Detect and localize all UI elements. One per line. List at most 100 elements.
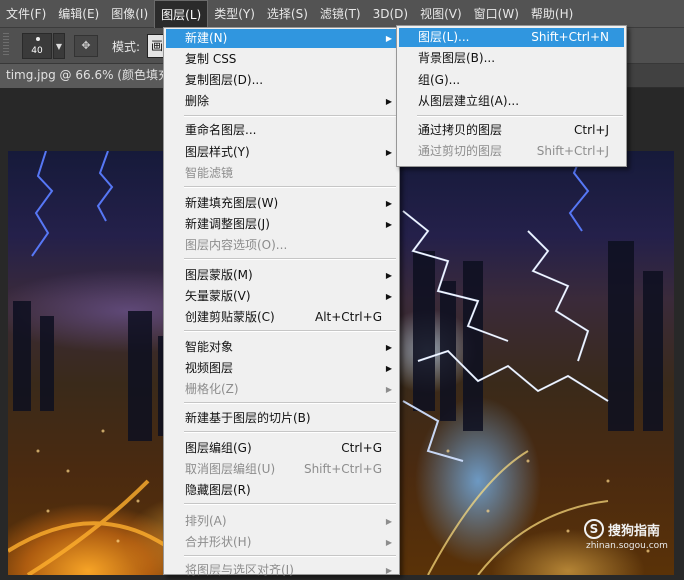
menu-item-layer-mask[interactable]: 图层蒙版(M) ▶ — [166, 266, 397, 285]
menu-item-label: 从图层建立组(A)... — [418, 94, 520, 108]
menu-item-label: 复制 CSS — [185, 52, 237, 66]
submenu-arrow-icon: ▶ — [385, 148, 392, 157]
menu-separator — [184, 186, 396, 188]
menu-item-delete[interactable]: 删除 ▶ — [166, 92, 397, 111]
menu-item-label: 智能对象 — [185, 340, 234, 354]
brush-tip-icon — [36, 37, 40, 41]
menu-item-layer-style[interactable]: 图层样式(Y) ▶ — [166, 143, 397, 162]
menu-item-vector-mask[interactable]: 矢量蒙版(V) ▶ — [166, 287, 397, 306]
submenu-item-background-layer[interactable]: 背景图层(B)... — [399, 49, 624, 68]
submenu-item-group-from-layers[interactable]: 从图层建立组(A)... — [399, 92, 624, 111]
menu-separator — [417, 115, 623, 117]
menu-separator — [184, 330, 396, 332]
menu-item-shortcut: Shift+Ctrl+J — [536, 144, 609, 158]
submenu-item-layer-via-cut[interactable]: 通过剪切的图层 Shift+Ctrl+J — [399, 142, 624, 161]
menu-item-rename-layer[interactable]: 重命名图层... — [166, 121, 397, 140]
menu-item-shortcut: Shift+Ctrl+G — [303, 462, 382, 476]
brush-dropdown-arrow-icon[interactable]: ▼ — [53, 33, 65, 59]
menu-item-label: 合并形状(H) — [185, 535, 252, 549]
sogou-logo-icon: S — [584, 519, 604, 539]
menu-item-combine-shapes[interactable]: 合并形状(H) ▶ — [166, 533, 397, 552]
menu-item-smart-filter[interactable]: 智能滤镜 — [166, 164, 397, 183]
options-bar-grip[interactable] — [3, 33, 9, 57]
submenu-arrow-icon: ▶ — [385, 517, 392, 526]
menu-item-label: 删除 — [185, 94, 210, 108]
menu-item-shortcut: Ctrl+G — [341, 441, 382, 455]
menu-item-new-adjustment-layer[interactable]: 新建调整图层(J) ▶ — [166, 215, 397, 234]
menu-layer[interactable]: 图层(L) — [154, 0, 209, 28]
menu-item-label: 新建基于图层的切片(B) — [185, 411, 311, 425]
menu-item-label: 创建剪贴蒙版(C) — [185, 310, 275, 324]
menu-item-label: 通过拷贝的图层 — [418, 123, 503, 137]
new-submenu-dropdown: 图层(L)... Shift+Ctrl+N 背景图层(B)... 组(G)...… — [396, 25, 627, 167]
menu-item-label: 图层蒙版(M) — [185, 268, 253, 282]
menu-type[interactable]: 类型(Y) — [208, 0, 261, 28]
menu-item-label: 背景图层(B)... — [418, 51, 496, 65]
menu-edit[interactable]: 编辑(E) — [52, 0, 105, 28]
menu-separator — [184, 402, 396, 404]
menu-item-copy-css[interactable]: 复制 CSS — [166, 50, 397, 69]
menu-item-label: 隐藏图层(R) — [185, 483, 251, 497]
menu-item-shortcut: Alt+Ctrl+G — [314, 310, 382, 324]
menu-item-smart-object[interactable]: 智能对象 ▶ — [166, 338, 397, 357]
menu-item-label: 视频图层 — [185, 361, 234, 375]
submenu-arrow-icon: ▶ — [385, 97, 392, 106]
menu-item-label: 图层编组(G) — [185, 441, 252, 455]
menu-item-new-fill-layer[interactable]: 新建填充图层(W) ▶ — [166, 194, 397, 213]
submenu-arrow-icon: ▶ — [385, 538, 392, 547]
menu-item-label: 新建(N) — [185, 31, 228, 45]
submenu-arrow-icon: ▶ — [385, 566, 392, 575]
menu-item-new[interactable]: 新建(N) ▶ — [166, 29, 397, 48]
menu-separator — [184, 431, 396, 433]
menu-item-hide-layers[interactable]: 隐藏图层(R) — [166, 481, 397, 500]
menu-view[interactable]: 视图(V) — [414, 0, 468, 28]
sogou-watermark: S 搜狗指南 zhinan.sogou.com — [584, 519, 676, 553]
menu-item-duplicate-layer[interactable]: 复制图层(D)... — [166, 71, 397, 90]
menu-item-label: 矢量蒙版(V) — [185, 289, 251, 303]
menu-filter[interactable]: 滤镜(T) — [314, 0, 367, 28]
submenu-arrow-icon: ▶ — [385, 343, 392, 352]
menu-item-label: 重命名图层... — [185, 123, 257, 137]
menu-select[interactable]: 选择(S) — [261, 0, 314, 28]
menu-3d[interactable]: 3D(D) — [367, 0, 414, 28]
document-tab[interactable]: timg.jpg @ 66.6% (颜色填充 — [0, 64, 170, 88]
menu-item-rasterize[interactable]: 栅格化(Z) ▶ — [166, 380, 397, 399]
menu-item-align-layers-to-selection[interactable]: 将图层与选区对齐(I) ▶ — [166, 561, 397, 580]
watermark-title: 搜狗指南 — [608, 524, 661, 539]
menu-item-new-layer-based-slice[interactable]: 新建基于图层的切片(B) — [166, 409, 397, 428]
submenu-item-group[interactable]: 组(G)... — [399, 71, 624, 90]
submenu-arrow-icon: ▶ — [385, 34, 392, 43]
submenu-arrow-icon: ▶ — [385, 220, 392, 229]
menu-item-ungroup-layers[interactable]: 取消图层编组(U) Shift+Ctrl+G — [166, 460, 397, 479]
menu-file[interactable]: 文件(F) — [0, 0, 52, 28]
brush-panel-toggle-button[interactable]: ✥ — [74, 35, 98, 57]
menu-item-label: 智能滤镜 — [185, 166, 234, 180]
menu-item-shortcut: Ctrl+J — [574, 123, 609, 137]
menu-item-label: 排列(A) — [185, 514, 227, 528]
menu-item-group-layers[interactable]: 图层编组(G) Ctrl+G — [166, 439, 397, 458]
submenu-arrow-icon: ▶ — [385, 385, 392, 394]
menu-window[interactable]: 窗口(W) — [468, 0, 525, 28]
menu-item-label: 图层(L)... — [418, 30, 470, 44]
menu-item-label: 图层样式(Y) — [185, 145, 250, 159]
mode-label: 模式: — [112, 40, 141, 54]
submenu-item-new-layer[interactable]: 图层(L)... Shift+Ctrl+N — [399, 28, 624, 47]
menu-item-create-clipping-mask[interactable]: 创建剪贴蒙版(C) Alt+Ctrl+G — [166, 308, 397, 327]
menu-item-arrange[interactable]: 排列(A) ▶ — [166, 512, 397, 531]
menu-item-label: 栅格化(Z) — [185, 382, 239, 396]
menu-separator — [184, 555, 396, 557]
menu-item-label: 新建填充图层(W) — [185, 196, 279, 210]
menu-item-layer-content-options[interactable]: 图层内容选项(O)... — [166, 236, 397, 255]
menu-separator — [184, 115, 396, 117]
menu-help[interactable]: 帮助(H) — [525, 0, 579, 28]
layer-menu-dropdown: 新建(N) ▶ 复制 CSS 复制图层(D)... 删除 ▶ 重命名图层... … — [163, 27, 400, 577]
brush-size-value: 40 — [31, 46, 43, 56]
menu-image[interactable]: 图像(I) — [105, 0, 154, 28]
watermark-url: zhinan.sogou.com — [586, 541, 668, 551]
menu-item-video-layer[interactable]: 视频图层 ▶ — [166, 359, 397, 378]
brush-preset-picker[interactable]: 40 — [22, 33, 52, 59]
menu-item-label: 取消图层编组(U) — [185, 462, 276, 476]
menu-item-label: 组(G)... — [418, 73, 461, 87]
menu-separator — [184, 503, 396, 505]
submenu-item-layer-via-copy[interactable]: 通过拷贝的图层 Ctrl+J — [399, 121, 624, 140]
